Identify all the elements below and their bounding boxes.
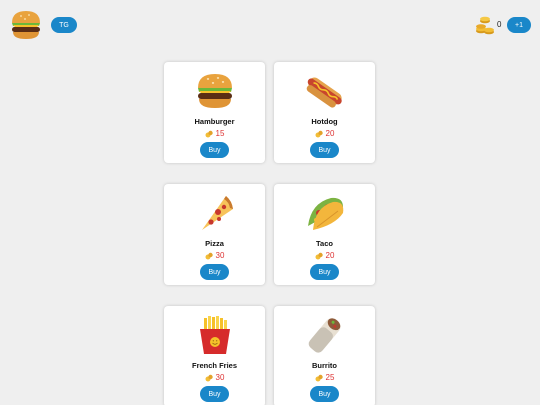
product-card: French Fries 30 Buy (164, 306, 265, 405)
product-card: Pizza 30 Buy (164, 184, 265, 285)
hamburger-icon (197, 74, 232, 108)
product-price: 20 (315, 129, 335, 138)
product-name: French Fries (191, 361, 237, 370)
taco-icon (307, 197, 343, 230)
product-name: Hotdog (311, 117, 338, 126)
coin-icon (315, 130, 323, 137)
price-value: 25 (325, 373, 335, 382)
buy-button[interactable]: Buy (200, 142, 229, 158)
product-card: Hamburger 15 Buy (164, 62, 265, 163)
product-card: Taco 20 Buy (274, 184, 375, 285)
product-grid: Hamburger 15 Buy Hotdog 20 Buy Pizza 30 … (164, 62, 375, 405)
product-card: Burrito 25 Buy (274, 306, 375, 405)
coin-icon (205, 374, 213, 381)
tg-button[interactable]: TG (51, 17, 77, 33)
product-price: 25 (315, 373, 335, 382)
product-price: 15 (205, 129, 225, 138)
product-price: 30 (205, 373, 225, 382)
product-price: 20 (315, 251, 335, 260)
price-value: 20 (325, 251, 335, 260)
add-coin-button[interactable]: +1 (507, 17, 531, 33)
product-name: Taco (316, 239, 333, 248)
coin-icon (315, 252, 323, 259)
product-name: Pizza (205, 239, 224, 248)
hamburger-logo-icon (12, 11, 40, 39)
price-value: 30 (215, 373, 225, 382)
product-name: Hamburger (194, 117, 235, 126)
coins-icon (476, 16, 494, 35)
app-root: TG 0 +1 Hamburger 15 Buy Hotdog 20 Buy P… (0, 0, 540, 405)
price-value: 15 (215, 129, 225, 138)
product-price: 30 (205, 251, 225, 260)
coin-icon (205, 252, 213, 259)
buy-button[interactable]: Buy (310, 142, 339, 158)
coin-icon (205, 130, 213, 137)
french-fries-icon (199, 316, 230, 354)
buy-button[interactable]: Buy (200, 264, 229, 280)
price-value: 30 (215, 251, 225, 260)
burrito-icon (308, 318, 340, 353)
product-card: Hotdog 20 Buy (274, 62, 375, 163)
coin-balance: 0 (497, 20, 502, 29)
buy-button[interactable]: Buy (310, 264, 339, 280)
buy-button[interactable]: Buy (310, 386, 339, 402)
buy-button[interactable]: Buy (200, 386, 229, 402)
hotdog-icon (306, 77, 342, 108)
price-value: 20 (325, 129, 335, 138)
coin-icon (315, 374, 323, 381)
product-name: Burrito (312, 361, 337, 370)
pizza-icon (201, 196, 233, 230)
